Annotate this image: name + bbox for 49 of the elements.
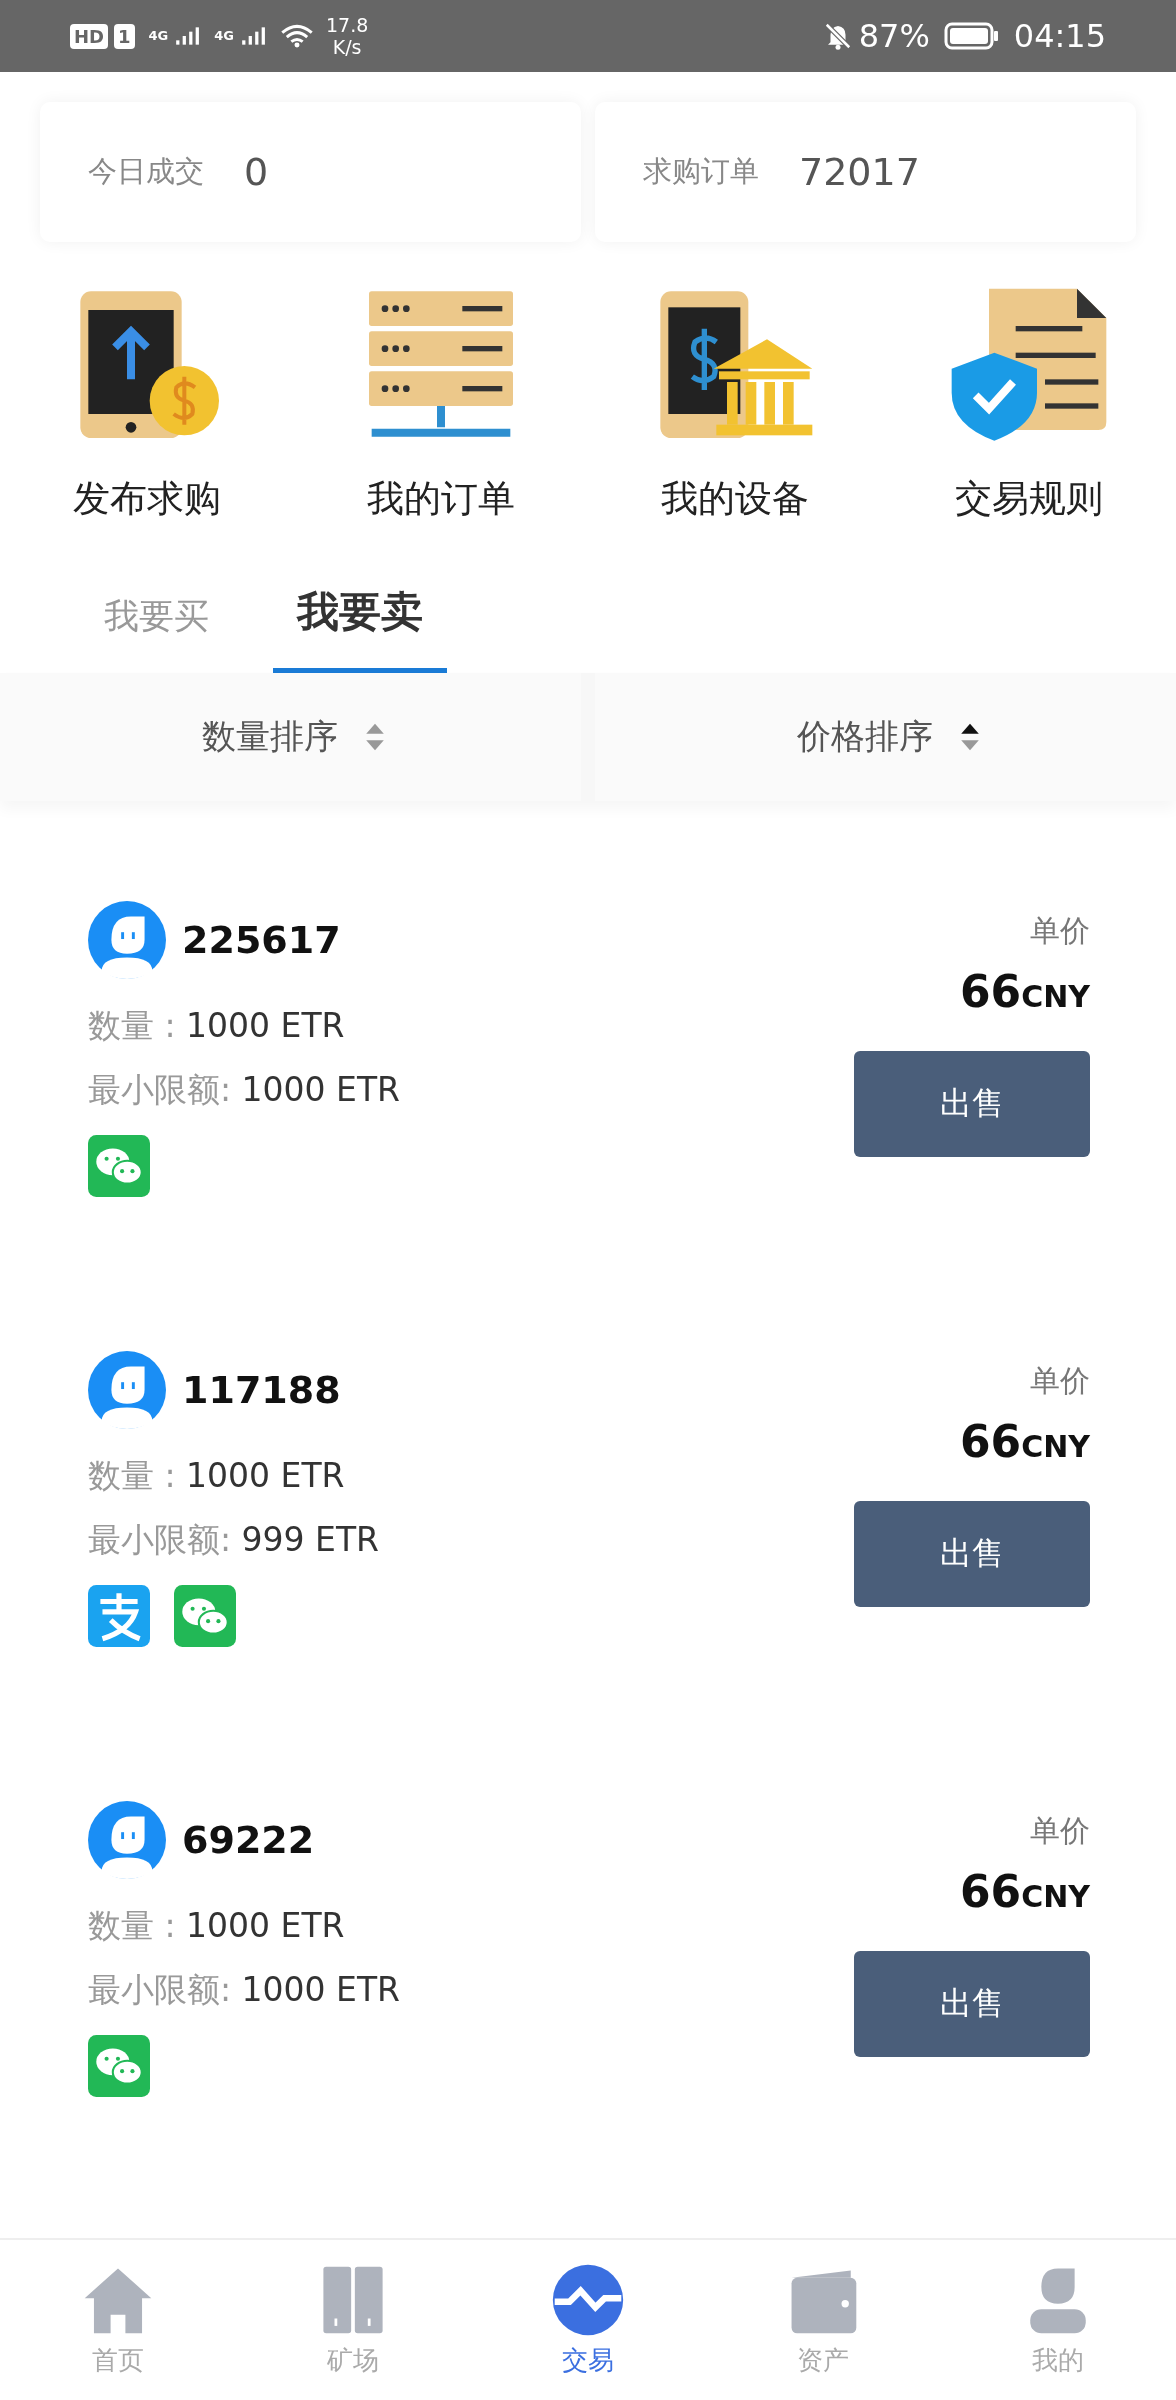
stat-value: 72017 [799,150,920,194]
unit-price-label: 单价 [1030,1812,1090,1850]
avatar-icon [88,1351,166,1429]
username: 117188 [182,1368,341,1412]
shortcut-label[interactable]: 发布求购 [73,474,221,524]
stat-label: 今日成交 [88,153,204,190]
avatar-icon [88,901,166,979]
min-limit-text: 最小限额: 1000 ETR [88,1069,401,1111]
stat-value: 0 [244,150,269,194]
nav-item[interactable]: 交易 [470,2240,706,2400]
sell-button[interactable]: 出售 [854,1501,1090,1607]
shortcut-label[interactable]: 我的订单 [367,474,515,524]
network-type: 4G [148,28,169,43]
network-type: 4G [214,28,234,43]
wifi-icon [280,23,314,49]
sell-button[interactable]: 出售 [854,1051,1090,1157]
stat-label: 求购订单 [643,153,759,190]
shortcut-label[interactable]: 我的设备 [661,474,809,524]
chat-bubbles-icon [88,1135,150,1197]
quantity-text: 数量 : 1000 ETR [88,1455,346,1497]
battery-percent: 87% [858,17,930,55]
hd-badge: HD [70,23,108,49]
sort-button[interactable]: 价格排序 [790,713,939,761]
unit-price-label: 单价 [1030,1362,1090,1400]
shortcut-label[interactable]: 交易规则 [955,474,1103,524]
avatar-icon [88,1801,166,1879]
min-limit-text: 最小限额: 1000 ETR [88,1969,401,2011]
clock: 04:15 [1013,17,1106,55]
sell-button[interactable]: 出售 [854,1951,1090,2057]
unit-price-label: 单价 [1030,912,1090,950]
price: 66CNY [959,1416,1090,1467]
chat-bubbles-icon [88,2035,150,2097]
min-limit-text: 最小限额: 999 ETR [88,1519,380,1561]
payment-app-icon [88,1585,150,1647]
price: 66CNY [959,966,1090,1017]
battery-icon [943,21,1000,51]
signal-icon [240,24,266,48]
chat-bubbles-icon [174,1585,236,1647]
username: 225617 [182,918,341,962]
speed-unit: K/s [332,36,362,58]
price: 66CNY [959,1866,1090,1917]
sim-badge: 1 [114,23,135,49]
sort-button[interactable]: 数量排序 [195,713,344,761]
username: 69222 [182,1818,315,1862]
quantity-text: 数量 : 1000 ETR [88,1005,346,1047]
signal-icon [174,24,201,48]
exchange-icon [551,2262,625,2337]
speed-value: 17.8 [326,14,369,36]
quantity-text: 数量 : 1000 ETR [88,1905,346,1947]
